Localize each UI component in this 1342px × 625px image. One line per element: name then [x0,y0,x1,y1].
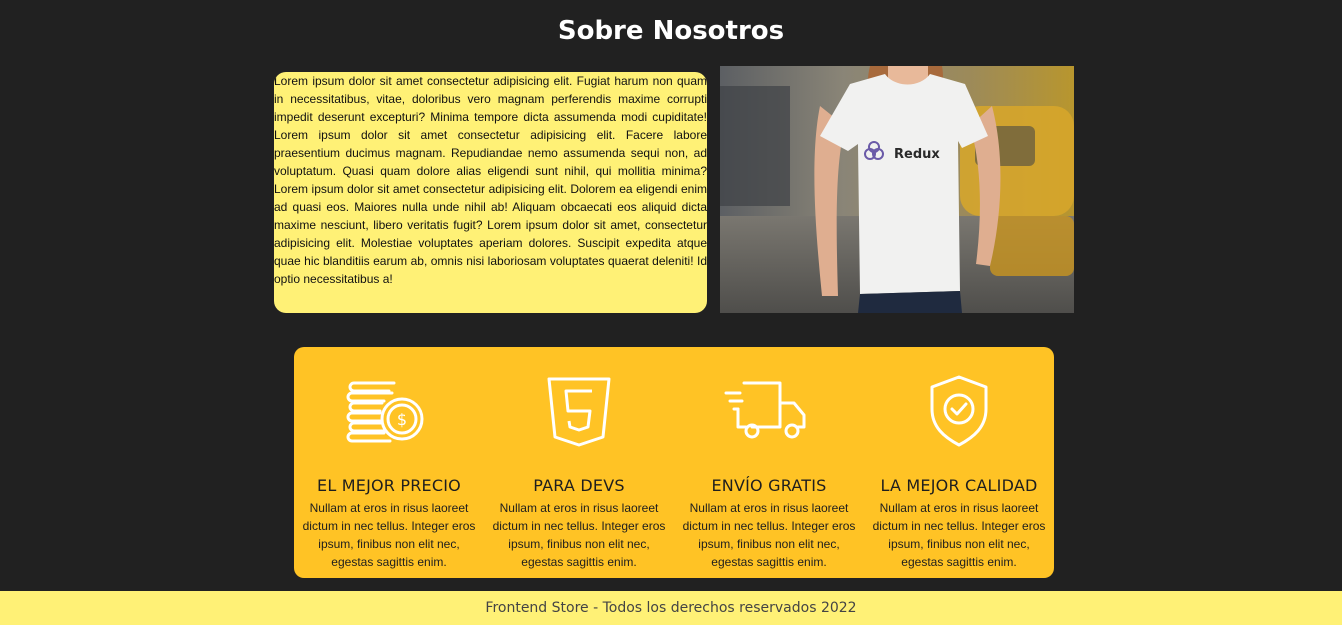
feature-text: Nullam at eros in risus laoreet dictum i… [682,501,856,569]
shield-check-icon [930,375,988,447]
feature-text: Nullam at eros in risus laoreet dictum i… [872,501,1046,569]
footer: Frontend Store - Todos los derechos rese… [0,591,1342,625]
feature-free-shipping: ENVÍO GRATIS Nullam at eros in risus lao… [674,347,864,578]
feature-text: Nullam at eros in risus laoreet dictum i… [302,501,476,569]
about-text-card: Lorem ipsum dolor sit amet consectetur a… [274,72,707,313]
coins-dollar-icon: $ [346,381,424,443]
feature-best-price: $ EL MEJOR PRECIO Nullam at eros in risu… [294,347,484,578]
about-paragraph: Lorem ipsum dolor sit amet consectetur a… [274,74,707,286]
features-panel: $ EL MEJOR PRECIO Nullam at eros in risu… [294,347,1054,578]
tshirt-model-image: Redux [720,66,1074,313]
feature-for-devs: PARA DEVS Nullam at eros in risus laoree… [484,347,674,578]
feature-title: LA MEJOR CALIDAD [880,476,1038,495]
feature-title: EL MEJOR PRECIO [317,476,461,495]
feature-best-quality: LA MEJOR CALIDAD Nullam at eros in risus… [864,347,1054,578]
feature-title: PARA DEVS [533,476,625,495]
footer-text: Frontend Store - Todos los derechos rese… [485,600,857,616]
feature-title: ENVÍO GRATIS [711,476,827,495]
feature-text: Nullam at eros in risus laoreet dictum i… [492,501,666,569]
about-photo: Redux [720,66,1074,313]
page-title: Sobre Nosotros [557,16,785,46]
svg-text:Redux: Redux [894,147,940,162]
html5-icon [547,377,611,447]
svg-text:$: $ [397,410,407,429]
delivery-truck-icon [724,381,806,439]
